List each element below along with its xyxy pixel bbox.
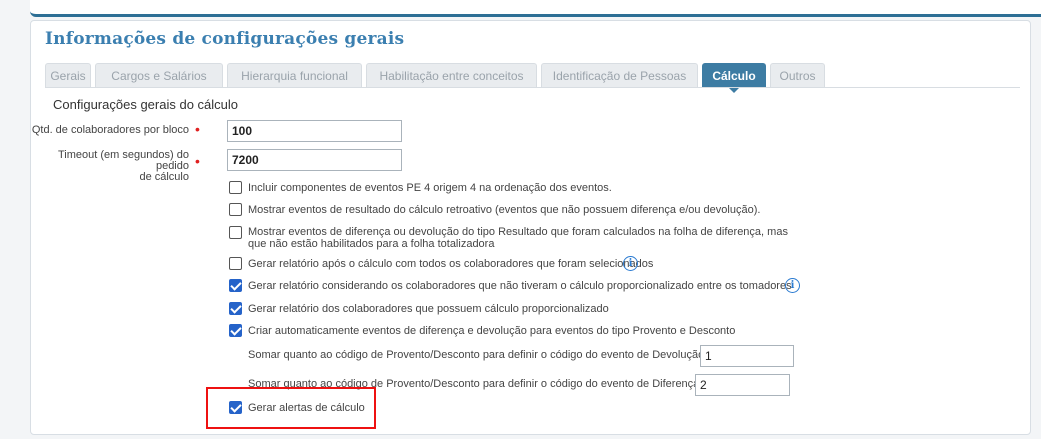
option-relatorio-nao-proporcional-label: Gerar relatório considerando os colabora…: [248, 280, 792, 292]
tab-calculo[interactable]: Cálculo: [702, 63, 766, 93]
timeout-label: Timeout (em segundos) do pedido de cálcu…: [31, 150, 189, 183]
tab-divider: [45, 87, 1020, 88]
option-mostrar-diferenca-line1: Mostrar eventos de diferença ou devoluçã…: [248, 226, 788, 238]
tab-gerais[interactable]: Gerais: [45, 63, 91, 87]
required-mark: •: [195, 121, 200, 137]
tab-identificacao-de-pessoas[interactable]: Identificação de Pessoas: [541, 63, 698, 87]
section-title: Configurações gerais do cálculo: [53, 97, 238, 112]
panel-title: Informações de configurações gerais: [45, 29, 405, 49]
timeout-input[interactable]: [227, 149, 402, 171]
option-mostrar-diferenca-label: Mostrar eventos de diferença ou devoluçã…: [248, 226, 788, 250]
tab-habilitacao-entre-conceitos[interactable]: Habilitação entre conceitos: [366, 63, 537, 87]
tab-hierarquia-funcional[interactable]: Hierarquia funcional: [227, 63, 362, 87]
option-relatorio-selecionados-checkbox[interactable]: [229, 257, 242, 270]
timeout-label-line2: de cálculo: [139, 171, 189, 183]
qtd-label: Qtd. de colaboradores por bloco: [31, 124, 189, 136]
somar-devolucao-input[interactable]: [700, 345, 794, 367]
option-criar-eventos-label: Criar automaticamente eventos de diferen…: [248, 325, 736, 337]
highlight-box: [206, 387, 376, 429]
option-relatorio-selecionados-label: Gerar relatório após o cálculo com todos…: [248, 258, 654, 270]
option-relatorio-proporcional-label: Gerar relatório dos colaboradores que po…: [248, 303, 609, 315]
qtd-colaboradores-input[interactable]: [227, 120, 402, 142]
option-incluir-componentes-checkbox[interactable]: [229, 181, 242, 194]
somar-diferenca-input[interactable]: [695, 374, 790, 396]
tab-outros[interactable]: Outros: [770, 63, 825, 87]
config-panel: Informações de configurações gerais Gera…: [30, 20, 1031, 435]
required-mark: •: [195, 153, 200, 169]
option-incluir-componentes-label: Incluir componentes de eventos PE 4 orig…: [248, 182, 612, 194]
option-mostrar-retroativo-checkbox[interactable]: [229, 203, 242, 216]
timeout-label-line1: Timeout (em segundos) do pedido: [57, 149, 189, 172]
option-criar-eventos-checkbox[interactable]: [229, 324, 242, 337]
info-icon[interactable]: i: [623, 256, 638, 271]
somar-devolucao-label: Somar quanto ao código de Provento/Desco…: [248, 349, 705, 361]
top-bar: [30, 0, 1041, 17]
info-icon[interactable]: i: [785, 278, 800, 293]
option-relatorio-proporcional-checkbox[interactable]: [229, 302, 242, 315]
option-relatorio-nao-proporcional-checkbox[interactable]: [229, 279, 242, 292]
option-mostrar-diferenca-checkbox[interactable]: [229, 226, 242, 239]
tab-cargos-e-salarios[interactable]: Cargos e Salários: [95, 63, 223, 87]
option-mostrar-retroativo-label: Mostrar eventos de resultado do cálculo …: [248, 204, 761, 216]
option-mostrar-diferenca-line2: que não estão habilitados para a folha t…: [248, 238, 495, 250]
